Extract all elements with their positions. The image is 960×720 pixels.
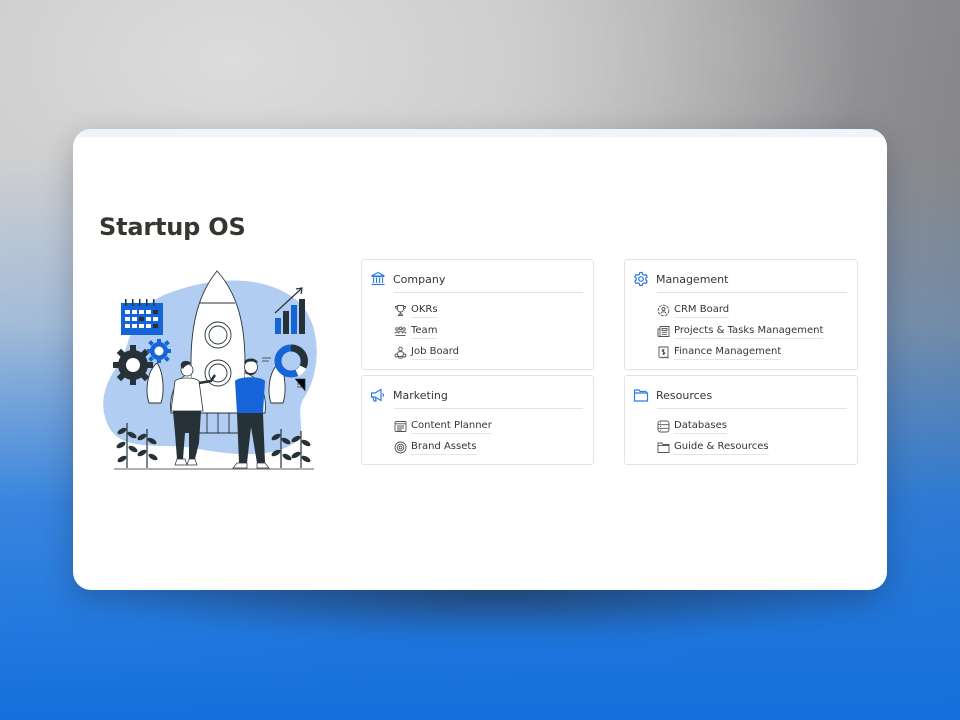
- section-divider: [394, 292, 583, 293]
- section-divider: [394, 408, 583, 409]
- section-company: Company OKRs Team Job Board: [361, 259, 594, 370]
- section-company-header[interactable]: Company: [370, 270, 445, 288]
- section-divider: [657, 292, 847, 293]
- link-label: Brand Assets: [411, 440, 477, 455]
- link-label: Finance Management: [674, 345, 782, 360]
- link-label: Team: [411, 324, 438, 339]
- link-crm-board[interactable]: CRM Board: [657, 300, 823, 321]
- card-top-bar: [73, 129, 887, 137]
- folder-icon: [633, 387, 649, 403]
- section-resources-header[interactable]: Resources: [633, 386, 712, 404]
- megaphone-icon: [370, 387, 386, 403]
- link-label: CRM Board: [674, 303, 730, 318]
- window-list-icon: [394, 420, 407, 433]
- link-label: Projects & Tasks Management: [674, 324, 824, 339]
- people-icon: [394, 325, 407, 338]
- database-icon: [657, 420, 670, 433]
- link-label: Job Board: [411, 345, 459, 360]
- section-marketing-header[interactable]: Marketing: [370, 386, 448, 404]
- gear-icon: [633, 271, 649, 287]
- page-title: Startup OS: [99, 213, 246, 241]
- link-label: Databases: [674, 419, 727, 434]
- section-marketing: Marketing Content Planner Brand Assets: [361, 375, 594, 465]
- section-title: Management: [656, 272, 729, 286]
- link-team[interactable]: Team: [394, 321, 459, 342]
- calendar-icon: [121, 299, 163, 335]
- link-databases[interactable]: Databases: [657, 416, 769, 437]
- link-projects-tasks[interactable]: Projects & Tasks Management: [657, 321, 824, 342]
- section-management: Management CRM Board Projects & Tasks Ma…: [624, 259, 858, 370]
- gear-blue-icon: [147, 339, 171, 363]
- newspaper-icon: [657, 325, 670, 338]
- link-guide-resources[interactable]: Guide & Resources: [657, 437, 769, 458]
- section-title: Company: [393, 272, 446, 286]
- network-icon: [394, 346, 407, 359]
- section-title: Resources: [656, 388, 713, 402]
- notion-page-card: Startup OS Company OKRs Team Job Board M…: [73, 129, 887, 590]
- link-label: Guide & Resources: [674, 440, 769, 455]
- link-label: Content Planner: [411, 419, 492, 434]
- startup-rocket-illustration: [99, 263, 329, 488]
- section-title: Marketing: [393, 388, 448, 402]
- section-divider: [657, 408, 847, 409]
- link-label: OKRs: [411, 303, 438, 318]
- section-management-header[interactable]: Management: [633, 270, 728, 288]
- link-brand-assets[interactable]: Brand Assets: [394, 437, 492, 458]
- background: Startup OS Company OKRs Team Job Board M…: [0, 0, 960, 720]
- trophy-icon: [394, 304, 407, 317]
- link-job-board[interactable]: Job Board: [394, 342, 459, 363]
- link-content-planner[interactable]: Content Planner: [394, 416, 492, 437]
- section-resources: Resources Databases Guide & Resources: [624, 375, 858, 465]
- receipt-icon: [657, 346, 670, 359]
- bank-icon: [370, 271, 386, 287]
- link-okrs[interactable]: OKRs: [394, 300, 459, 321]
- link-finance-management[interactable]: Finance Management: [657, 342, 823, 363]
- customer-icon: [657, 304, 670, 317]
- target-icon: [394, 441, 407, 454]
- folder-outline-icon: [657, 441, 670, 454]
